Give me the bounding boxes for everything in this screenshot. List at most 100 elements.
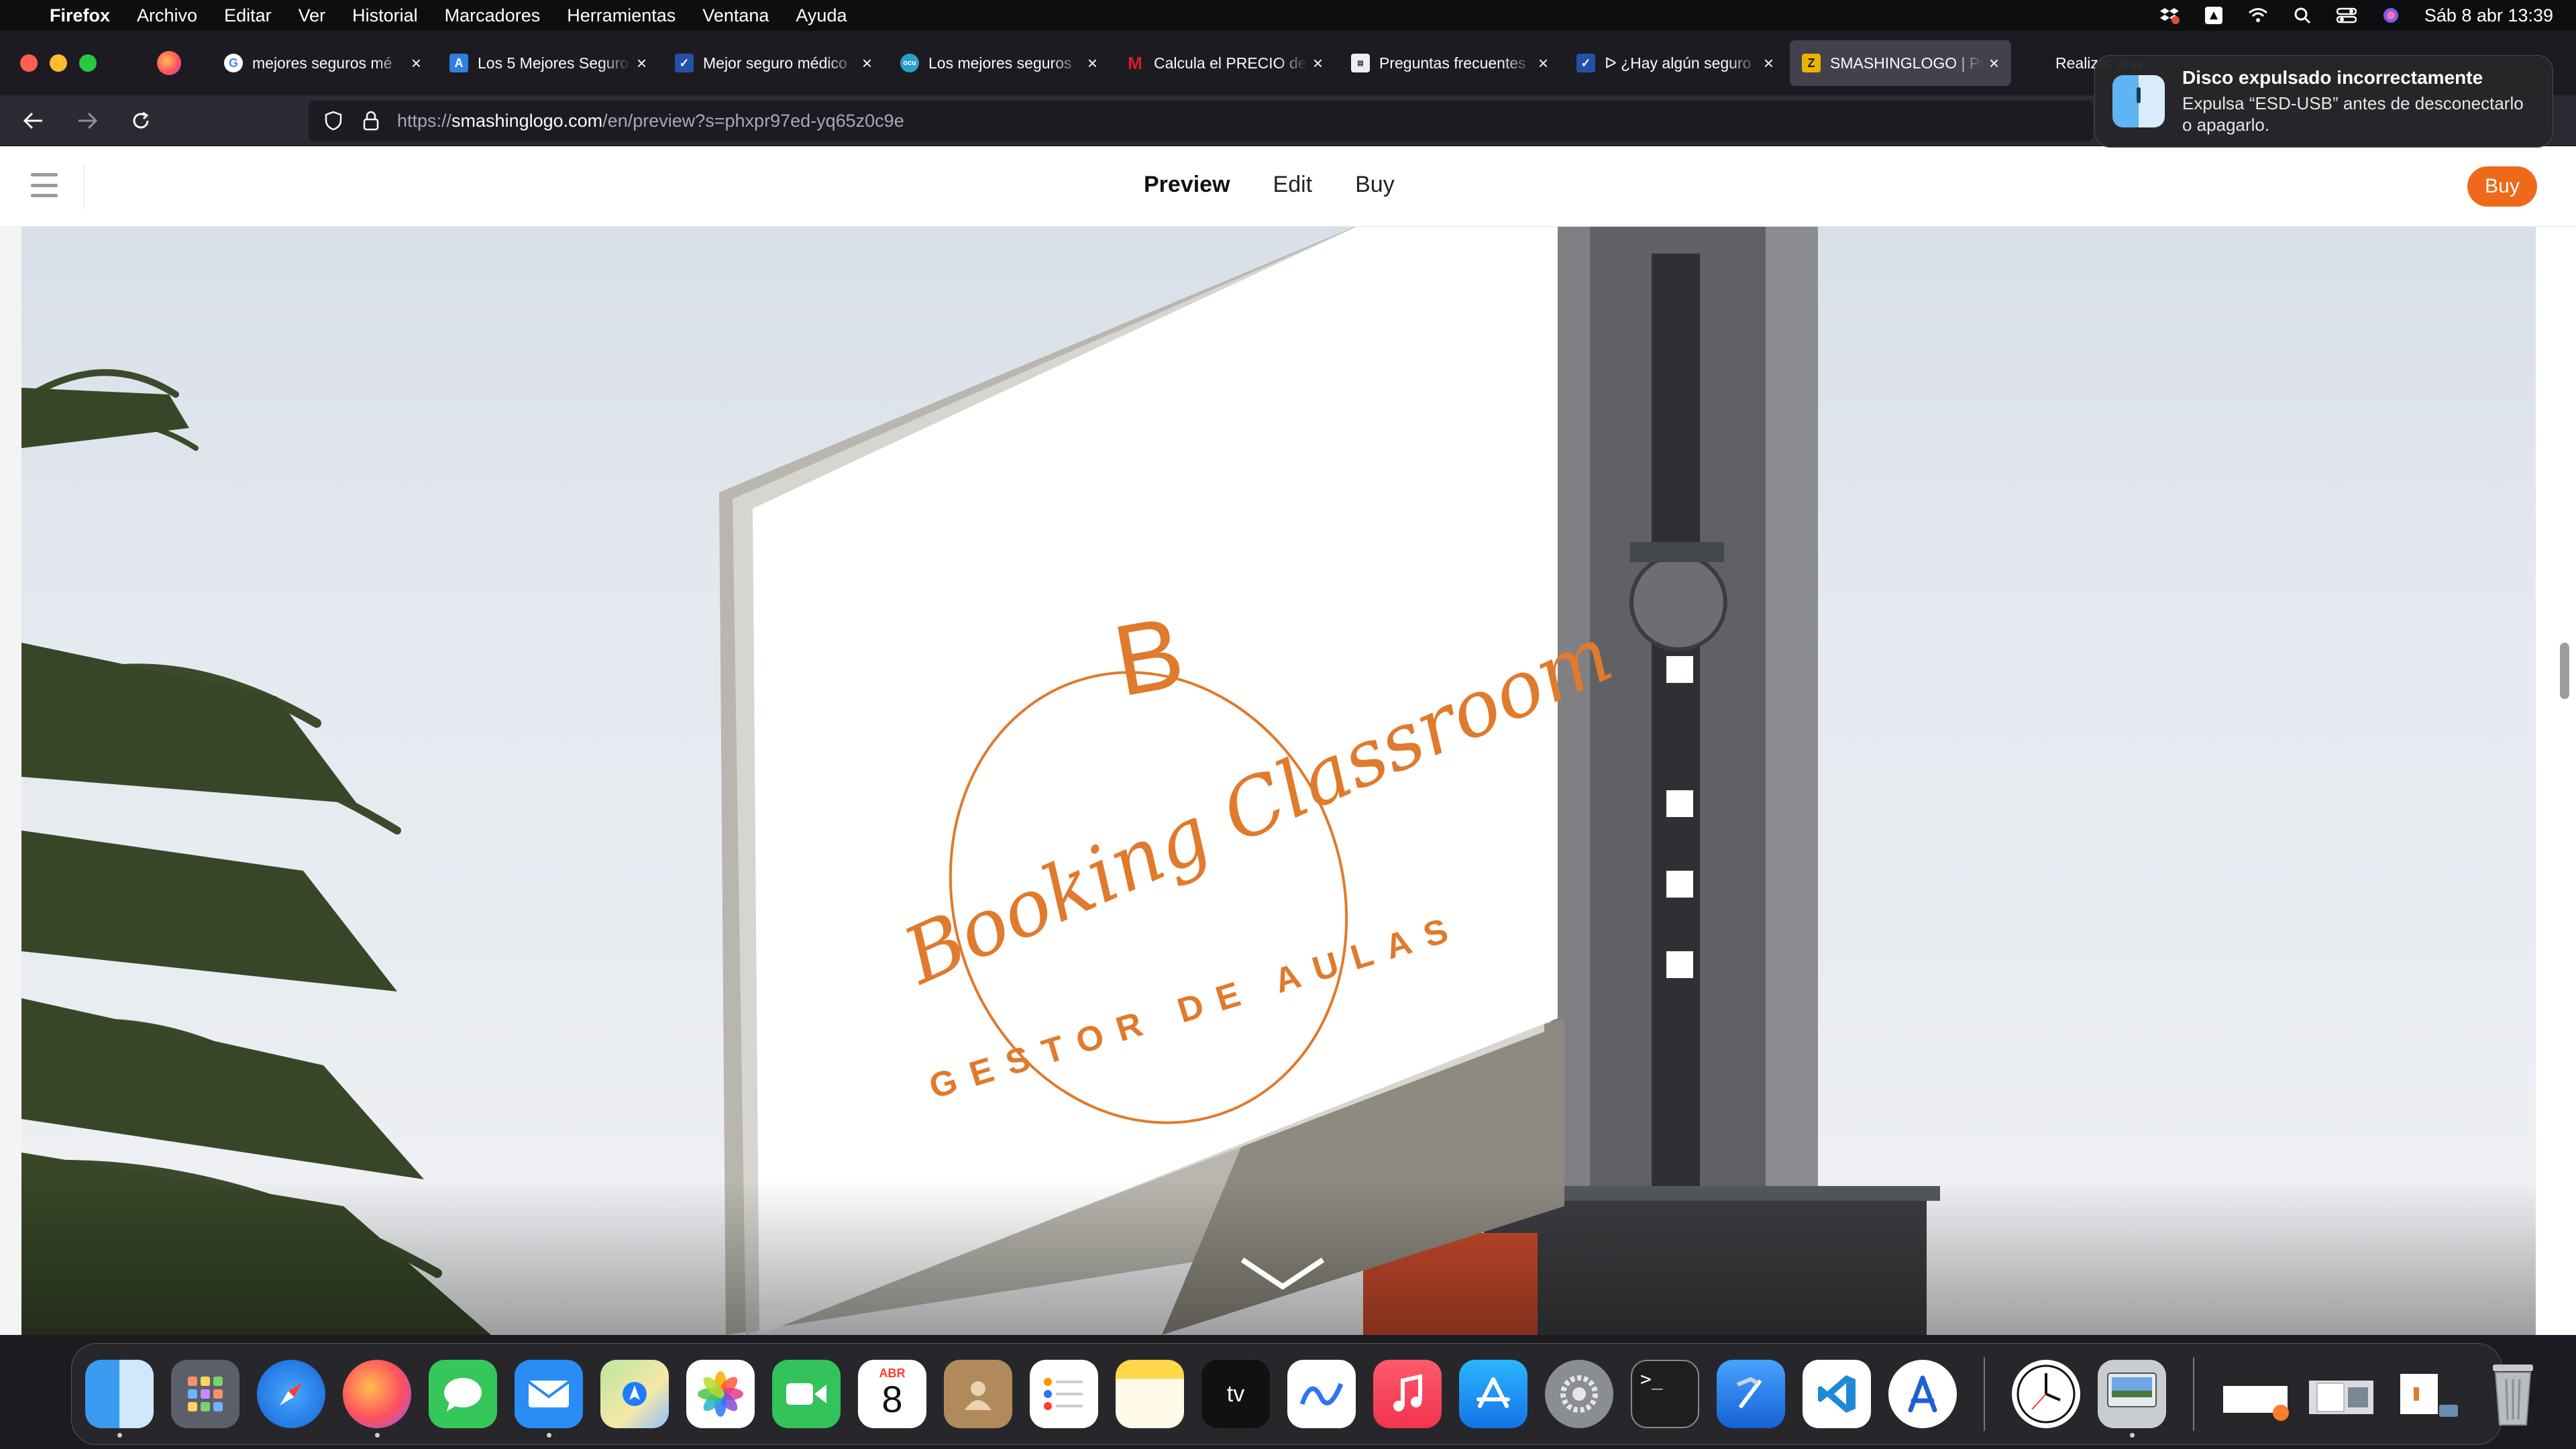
check-icon: ✓ — [675, 54, 694, 72]
window-zoom-button[interactable] — [79, 54, 97, 72]
browser-tab[interactable]: M Calcula el PRECIO de × — [1114, 40, 1335, 86]
tab-close-icon[interactable]: × — [1087, 53, 1097, 74]
mail-icon[interactable] — [515, 1360, 583, 1438]
browser-tab[interactable]: ✓ Mejor seguro médico × — [663, 40, 884, 86]
preview-app-icon[interactable] — [2098, 1360, 2166, 1438]
facetime-icon[interactable] — [772, 1360, 841, 1428]
menu-archivo[interactable]: Archivo — [137, 5, 197, 26]
tab-close-icon[interactable]: × — [1538, 53, 1548, 74]
doc-icon: ▤ — [1351, 54, 1370, 72]
a-icon: A — [449, 54, 468, 72]
finder-icon — [2112, 75, 2165, 127]
freeform-icon[interactable] — [1287, 1360, 1356, 1428]
apple-icon — [2027, 54, 2046, 72]
finder-icon[interactable] — [85, 1360, 154, 1438]
tab-title: Mejor seguro médico — [703, 54, 847, 72]
browser-tab-active[interactable]: Z SMASHINGLOGO | Pr × — [1790, 40, 2011, 86]
wifi-icon[interactable] — [2247, 6, 2269, 25]
window-minimize-button[interactable] — [50, 54, 67, 72]
url-scheme: https:// — [397, 110, 452, 131]
nav-buy[interactable]: Buy — [1355, 172, 1395, 198]
buy-button[interactable]: Buy — [2467, 166, 2537, 207]
maps-icon[interactable] — [600, 1360, 669, 1428]
menubar-clock[interactable]: Sáb 8 abr 13:39 — [2424, 5, 2553, 26]
browser-tab[interactable]: ✓ ᐅ ¿Hay algún seguro × — [1564, 40, 1786, 86]
window-controls — [20, 54, 97, 72]
tab-title: Calcula el PRECIO de — [1154, 54, 1307, 72]
safari-icon[interactable] — [257, 1360, 325, 1428]
spotlight-search-icon[interactable] — [2292, 6, 2313, 25]
firefox-view-icon[interactable] — [157, 51, 181, 75]
tab-title: mejores seguros mé — [252, 54, 392, 72]
m-icon: M — [1128, 52, 1142, 73]
appletv-icon[interactable]: tv — [1201, 1360, 1270, 1428]
tracking-shield-icon[interactable] — [322, 109, 345, 132]
minimized-window-thumbnail[interactable] — [2393, 1360, 2461, 1428]
tab-title: Los 5 Mejores Seguros — [478, 54, 631, 72]
vscode-icon[interactable] — [1803, 1360, 1871, 1428]
page-scrollbar[interactable] — [2560, 643, 2569, 699]
minimized-window-thumbnail[interactable] — [2307, 1360, 2375, 1428]
messages-icon[interactable] — [429, 1360, 497, 1428]
tab-close-icon[interactable]: × — [411, 53, 421, 74]
calendar-day: 8 — [881, 1377, 903, 1420]
drive-icon[interactable] — [2203, 6, 2224, 25]
menu-marcadores[interactable]: Marcadores — [445, 5, 541, 26]
lock-icon[interactable] — [360, 109, 382, 132]
menu-herramientas[interactable]: Herramientas — [567, 5, 676, 26]
tab-close-icon[interactable]: × — [637, 53, 647, 74]
tab-close-icon[interactable]: × — [862, 53, 872, 74]
web-page: Preview Edit Buy Buy B Booking Classroom… — [0, 146, 2576, 1335]
siri-icon[interactable] — [2380, 6, 2402, 25]
menu-ayuda[interactable]: Ayuda — [796, 5, 847, 26]
minimized-window-thumbnail[interactable] — [2221, 1360, 2290, 1428]
menu-historial[interactable]: Historial — [352, 5, 418, 26]
trash-icon[interactable] — [2479, 1360, 2547, 1428]
google-icon: G — [224, 54, 243, 72]
browser-tab[interactable]: ocu Los mejores seguros × — [888, 40, 1110, 86]
forward-arrow-icon[interactable] — [67, 101, 107, 141]
menu-ventana[interactable]: Ventana — [702, 5, 769, 26]
music-icon[interactable] — [1373, 1360, 1442, 1428]
billboard-mockup-image: B Booking Classroom GESTOR DE AULAS — [21, 227, 2536, 1335]
menu-editar[interactable]: Editar — [224, 5, 272, 26]
control-center-icon[interactable] — [2336, 6, 2357, 25]
dropbox-icon[interactable] — [2159, 6, 2180, 25]
firefox-icon[interactable] — [343, 1360, 411, 1438]
nav-preview[interactable]: Preview — [1144, 172, 1230, 198]
tab-title: ᐅ ¿Hay algún seguro — [1605, 54, 1752, 72]
back-arrow-icon[interactable] — [13, 101, 54, 141]
instruments-icon[interactable] — [1888, 1360, 1957, 1428]
reload-icon[interactable] — [121, 101, 161, 141]
page-gutter — [0, 227, 21, 1335]
browser-tab[interactable]: G mejores seguros mé × — [212, 40, 433, 86]
calendar-icon[interactable]: ABR 8 — [858, 1360, 926, 1428]
photos-icon[interactable] — [686, 1360, 755, 1428]
site-nav: Preview Edit Buy — [1144, 172, 1395, 198]
appstore-icon[interactable] — [1459, 1360, 1527, 1428]
url-text[interactable]: https://smashinglogo.com/en/preview?s=ph… — [397, 111, 904, 131]
reminders-icon[interactable] — [1030, 1360, 1098, 1428]
ocu-icon: ocu — [900, 54, 919, 72]
window-close-button[interactable] — [20, 54, 38, 72]
launchpad-icon[interactable] — [171, 1360, 239, 1428]
tab-close-icon[interactable]: × — [1313, 53, 1323, 74]
tab-close-icon[interactable]: × — [1989, 53, 1999, 74]
system-notification[interactable]: Disco expulsado incorrectamente Expulsa … — [2094, 55, 2553, 148]
nav-edit[interactable]: Edit — [1273, 172, 1313, 198]
browser-tab[interactable]: A Los 5 Mejores Seguros × — [437, 40, 659, 86]
notes-icon[interactable] — [1116, 1360, 1184, 1428]
clock-icon[interactable] — [2012, 1360, 2080, 1428]
settings-icon[interactable] — [1545, 1360, 1613, 1428]
hamburger-menu-icon[interactable] — [31, 173, 58, 197]
contacts-icon[interactable] — [944, 1360, 1012, 1428]
billboard-frame — [719, 227, 1564, 1335]
check-icon: ✓ — [1576, 54, 1595, 72]
menu-app-name[interactable]: Firefox — [50, 5, 110, 26]
browser-tab[interactable]: ▤ Preguntas frecuentes × — [1339, 40, 1560, 86]
terminal-icon[interactable]: >_ — [1631, 1360, 1699, 1428]
xcode-icon[interactable] — [1717, 1360, 1785, 1428]
url-bar[interactable]: https://smashinglogo.com/en/preview?s=ph… — [309, 101, 2093, 141]
tab-close-icon[interactable]: × — [1764, 53, 1774, 74]
menu-ver[interactable]: Ver — [299, 5, 326, 26]
